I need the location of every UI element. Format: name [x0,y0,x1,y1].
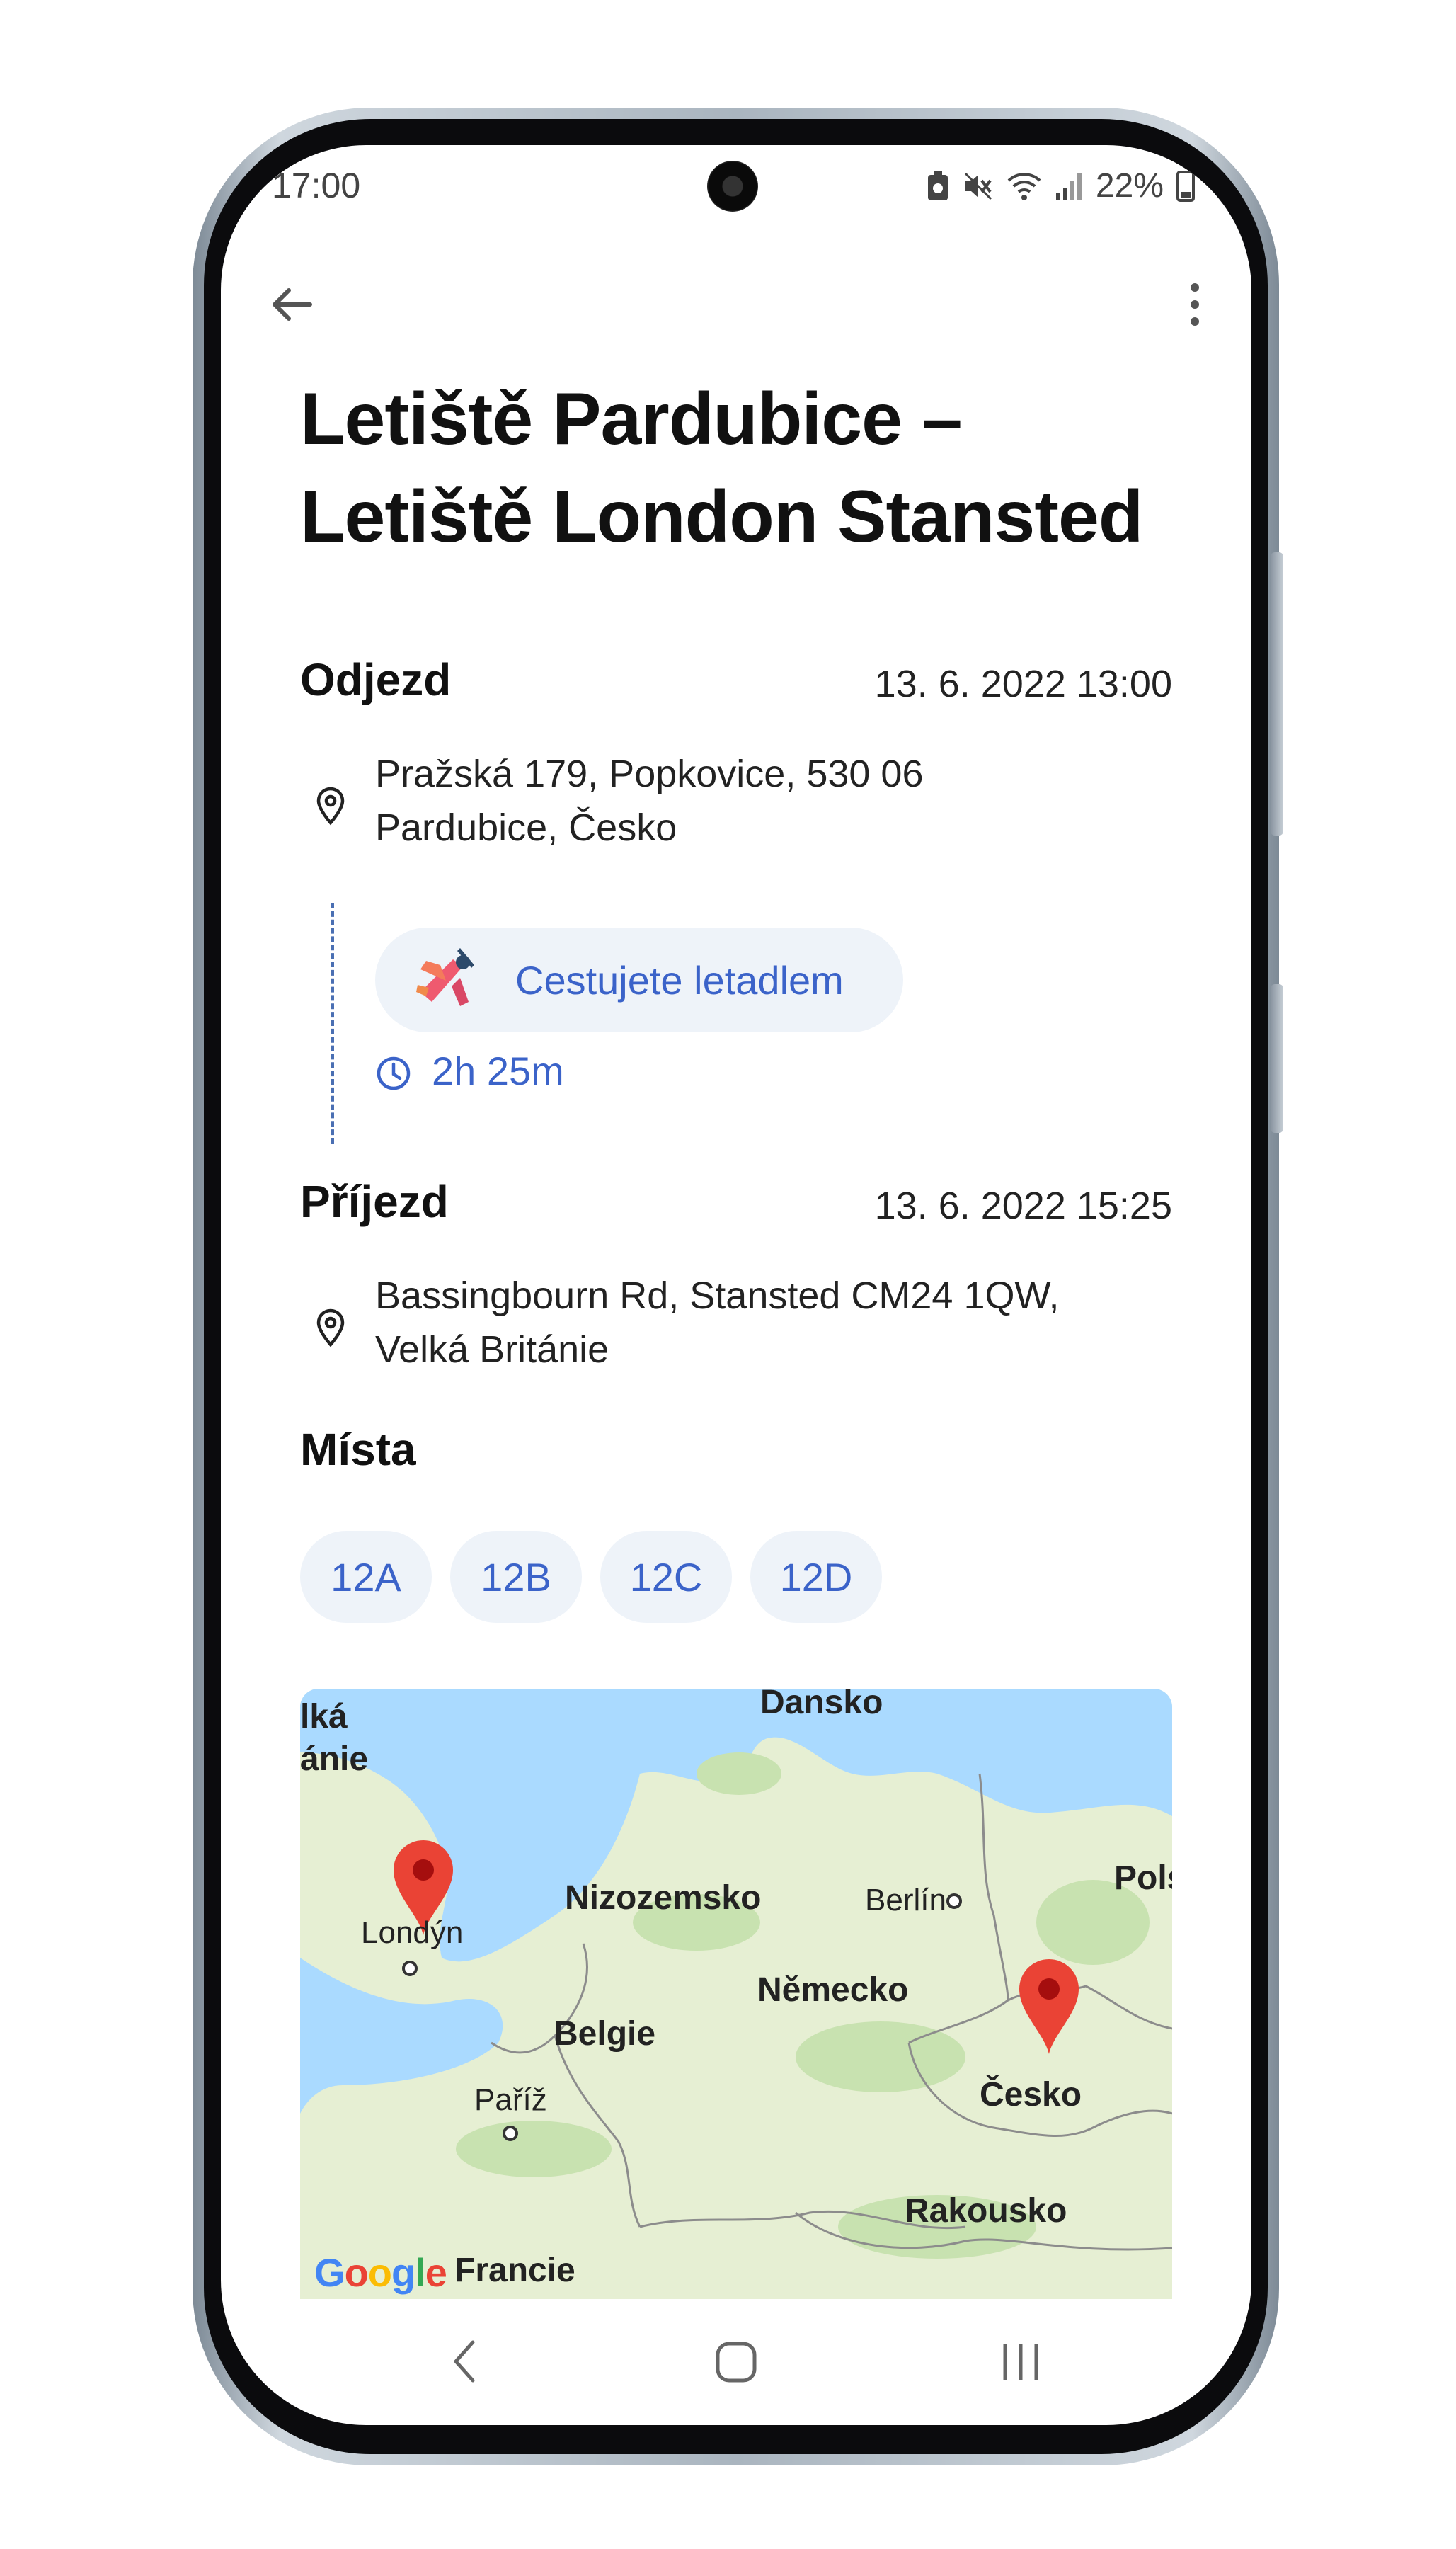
battery-percent: 22% [1095,167,1164,205]
nav-recents-icon[interactable] [998,2339,1043,2385]
map-label-polsko: Pols [1114,1859,1172,1897]
wifi-icon [1007,172,1041,200]
route-dashed-line [331,903,334,1144]
arrival-address-line1: Bassingbourn Rd, Stansted CM24 1QW, [375,1274,1060,1317]
back-arrow-icon[interactable] [263,276,320,333]
map-label-velka: lká [300,1698,348,1735]
map-pin-icon[interactable] [1016,1956,1082,2055]
power-button [1271,984,1283,1133]
arrival-address: Bassingbourn Rd, Stansted CM24 1QW, Velk… [375,1269,1060,1376]
battery-icon [1176,170,1195,202]
location-pin-icon [316,787,345,826]
arrival-datetime: 13. 6. 2022 15:25 [874,1185,1172,1227]
seat-chip-12c[interactable]: 12C [600,1531,732,1623]
map-label-berlin: Berlín [865,1883,946,1917]
system-navigation-bar [221,2301,1251,2422]
seat-chip-12a[interactable]: 12A [300,1531,432,1623]
departure-datetime: 13. 6. 2022 13:00 [874,663,1172,705]
departure-address-line2: Pardubice, Česko [375,806,677,849]
map-label-pariz: Paříž [474,2082,547,2117]
google-logo: Google [314,2250,447,2295]
seat-chip-12b[interactable]: 12B [450,1531,582,1623]
map-label-dansko: Dansko [760,1689,883,1721]
travel-mode-label: Cestujete letadlem [515,957,844,1003]
map-label-belgie: Belgie [554,2015,656,2053]
travel-mode-chip[interactable]: Cestujete letadlem [375,928,903,1032]
departure-address: Pražská 179, Popkovice, 530 06 Pardubice… [375,747,923,855]
travel-duration: 2h 25m [432,1049,564,1093]
signal-icon [1055,173,1082,200]
map-label-rakousko: Rakousko [905,2192,1067,2230]
map-label-britanie: ánie [300,1740,369,1778]
map-label-nizozemsko: Nizozemsko [565,1879,762,1917]
screen: 17:00 22% Letiště Pardubice – Letiště Lo… [221,145,1251,2425]
more-vert-icon[interactable] [1181,276,1209,333]
status-time: 17:00 [272,166,361,205]
map-label-londyn: Londýn [361,1915,464,1950]
seat-chip-12d[interactable]: 12D [750,1531,882,1623]
trip-title: Letiště Pardubice – Letiště London Stans… [300,378,1143,558]
front-camera [707,161,758,212]
map-label-nemecko: Německo [757,1971,909,2009]
arrival-heading: Příjezd [300,1176,449,1227]
airplane-icon [416,948,474,1006]
departure-heading: Odjezd [300,654,452,705]
route-map[interactable]: Dansko lká ánie Nizozemsko Berlín Pols L… [300,1689,1172,2299]
seats-heading: Místa [300,1424,416,1475]
volume-button [1271,552,1283,836]
departure-address-line1: Pražská 179, Popkovice, 530 06 [375,753,924,795]
clock-icon [377,1056,411,1090]
map-label-francie: Francie [454,2252,575,2289]
location-pin-icon [316,1308,345,1347]
mute-icon [964,172,992,200]
nav-back-icon[interactable] [447,2338,483,2385]
arrival-address-line2: Velká Británie [375,1328,609,1371]
map-label-cesko: Česko [980,2076,1082,2114]
status-icons: 22% [926,166,1195,205]
nav-home-icon[interactable] [715,2341,757,2383]
recycle-icon [927,171,948,200]
